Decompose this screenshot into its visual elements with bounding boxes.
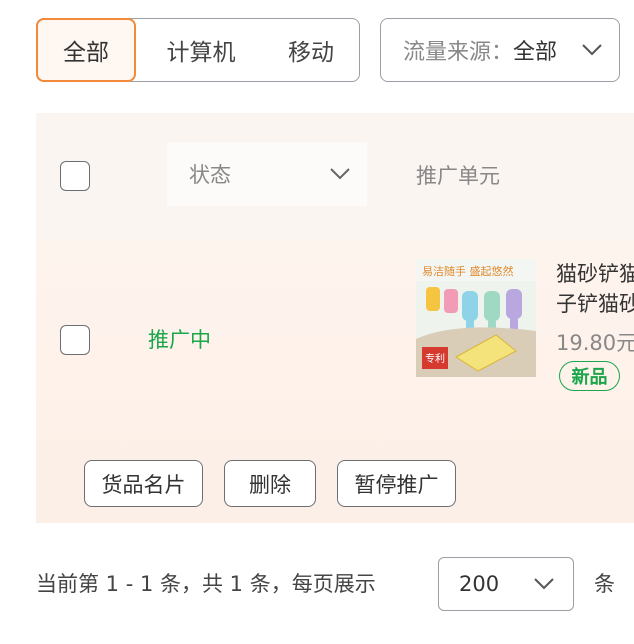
device-segmented-control: 全部 计算机 移动 [36,18,360,82]
device-tab-computer[interactable]: 计算机 [145,19,257,80]
traffic-source-label: 流量来源： [403,40,514,65]
pagination-unit: 条 [594,572,615,596]
status-badge: 推广中 [148,328,211,352]
chevron-down-icon [582,44,602,56]
table-row: 推广中 易洁随手 盛起悠然 专利 猫砂铲猫 子铲猫砂 19.80元 新品 [36,241,634,441]
table-header-row: 状态 推广单元 [36,113,634,241]
device-tab-all[interactable]: 全部 [36,18,136,82]
new-product-badge: 新品 [559,361,620,391]
status-filter-select[interactable]: 状态 [167,142,367,206]
status-filter-label: 状态 [189,163,231,187]
select-all-checkbox[interactable] [60,161,90,191]
product-price: 19.80元 [556,331,634,355]
product-title[interactable]: 猫砂铲猫 子铲猫砂 [556,259,634,319]
product-card-button[interactable]: 货品名片 [84,460,203,507]
page-size-select[interactable]: 200 [438,557,574,611]
product-thumbnail[interactable]: 易洁随手 盛起悠然 专利 [416,259,536,377]
traffic-source-value: 全部 [513,40,558,65]
patent-label: 专利 [425,352,445,365]
product-image: 易洁随手 盛起悠然 专利 [416,259,536,377]
traffic-source-select[interactable]: 流量来源： 全部 [380,18,620,82]
page: 全部 计算机 移动 流量来源： 全部 状态 推广单元 推广中 易洁随手 盛起悠然… [0,0,634,644]
column-header-promotion-unit: 推广单元 [416,164,500,188]
product-title-line2: 子铲猫砂 [556,292,634,316]
delete-button[interactable]: 删除 [224,460,316,507]
page-size-value: 200 [459,572,500,596]
chevron-down-icon [330,168,350,180]
row-actions: 货品名片 删除 暂停推广 [36,441,634,523]
product-title-line1: 猫砂铲猫 [556,262,634,286]
row-checkbox[interactable] [60,325,90,355]
device-tab-mobile[interactable]: 移动 [265,19,357,80]
pause-promotion-button[interactable]: 暂停推广 [337,460,456,507]
pagination-summary: 当前第 1 - 1 条，共 1 条，每页展示 [36,572,376,596]
product-image-caption: 易洁随手 盛起悠然 [422,264,514,278]
promotion-table: 状态 推广单元 推广中 易洁随手 盛起悠然 专利 猫砂铲猫 子铲猫砂 19.80… [36,113,634,523]
chevron-down-icon [534,578,554,590]
